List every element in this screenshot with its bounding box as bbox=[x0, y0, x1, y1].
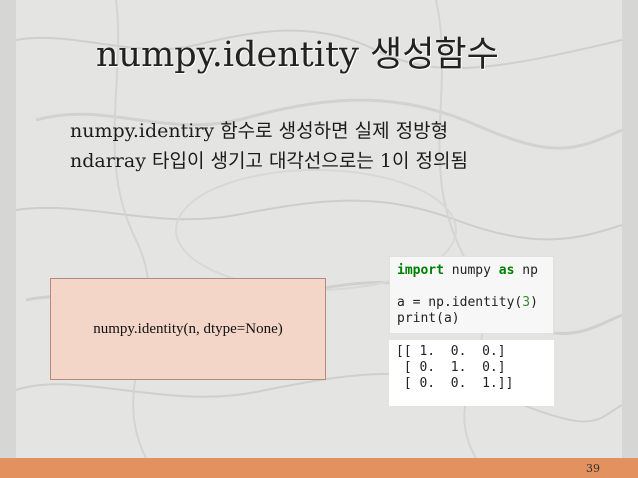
left-margin-strip bbox=[0, 0, 16, 458]
identity-close: ) bbox=[530, 295, 538, 310]
right-margin-strip bbox=[622, 0, 638, 458]
identity-call: a = np.identity( bbox=[397, 295, 523, 310]
keyword-import: import bbox=[397, 263, 444, 278]
code-line-identity: a = np.identity(3) bbox=[397, 295, 538, 311]
code-output-cell: [[ 1. 0. 0.] [ 0. 1. 0.] [ 0. 0. 1.]] bbox=[389, 340, 554, 406]
body-text-line-2: ndarray 타입이 생기고 대각선으로는 1이 정의됨 bbox=[70, 150, 468, 172]
body-text-line-1: numpy.identiry 함수로 생성하면 실제 정방형 bbox=[70, 120, 449, 142]
code-line-print: print(a) bbox=[397, 311, 460, 326]
page-number: 39 bbox=[586, 462, 600, 475]
syntax-box: numpy.identity(n, dtype=None) bbox=[50, 278, 326, 380]
identity-arg: 3 bbox=[522, 295, 531, 310]
syntax-signature: numpy.identity(n, dtype=None) bbox=[93, 320, 283, 337]
slide: numpy.identity 생성함수 numpy.identiry 함수로 생… bbox=[0, 0, 638, 478]
module-name: numpy bbox=[443, 263, 499, 278]
slide-title: numpy.identity 생성함수 bbox=[96, 35, 499, 75]
footer-bar bbox=[0, 458, 638, 478]
keyword-as: as bbox=[498, 263, 515, 278]
code-example: import numpy as np a = np.identity(3) pr… bbox=[389, 256, 554, 406]
code-line-import: import numpy as np bbox=[397, 263, 538, 279]
module-alias: np bbox=[514, 263, 538, 278]
output-row-2: [ 0. 1. 0.] bbox=[396, 360, 506, 375]
output-row-3: [ 0. 0. 1.]] bbox=[396, 376, 514, 391]
code-input-cell: import numpy as np a = np.identity(3) pr… bbox=[389, 256, 554, 334]
output-row-1: [[ 1. 0. 0.] bbox=[396, 344, 506, 359]
